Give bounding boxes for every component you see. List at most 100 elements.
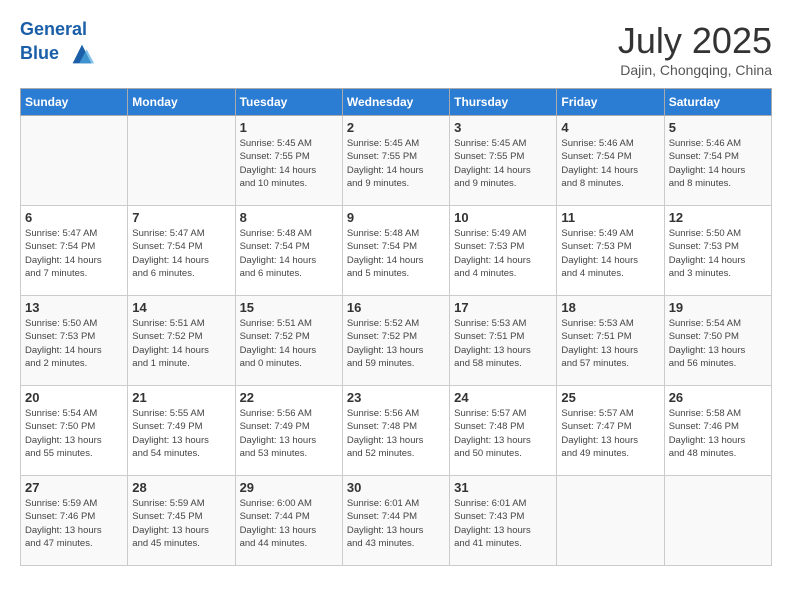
day-info: Sunrise: 5:54 AM Sunset: 7:50 PM Dayligh… xyxy=(669,317,767,370)
calendar-week-row: 1Sunrise: 5:45 AM Sunset: 7:55 PM Daylig… xyxy=(21,116,772,206)
day-number: 6 xyxy=(25,210,123,225)
day-info: Sunrise: 5:57 AM Sunset: 7:48 PM Dayligh… xyxy=(454,407,552,460)
day-info: Sunrise: 5:55 AM Sunset: 7:49 PM Dayligh… xyxy=(132,407,230,460)
weekday-header-wednesday: Wednesday xyxy=(342,89,449,116)
day-info: Sunrise: 5:56 AM Sunset: 7:48 PM Dayligh… xyxy=(347,407,445,460)
calendar-cell: 18 Sunrise: 5:53 AM Sunset: 7:51 PM Dayli… xyxy=(557,296,664,386)
calendar-cell: 7 Sunrise: 5:47 AM Sunset: 7:54 PM Daylig… xyxy=(128,206,235,296)
calendar-cell: 19 Sunrise: 5:54 AM Sunset: 7:50 PM Dayli… xyxy=(664,296,771,386)
day-number: 7 xyxy=(132,210,230,225)
day-info: Sunrise: 6:01 AM Sunset: 7:43 PM Dayligh… xyxy=(454,497,552,550)
day-info: Sunrise: 5:48 AM Sunset: 7:54 PM Dayligh… xyxy=(347,227,445,280)
day-info: Sunrise: 5:54 AM Sunset: 7:50 PM Dayligh… xyxy=(25,407,123,460)
day-info: Sunrise: 5:50 AM Sunset: 7:53 PM Dayligh… xyxy=(25,317,123,370)
calendar-cell: 30 Sunrise: 6:01 AM Sunset: 7:44 PM Dayli… xyxy=(342,476,449,566)
logo-icon xyxy=(68,40,96,68)
calendar-cell: 5Sunrise: 5:46 AM Sunset: 7:54 PM Daylig… xyxy=(664,116,771,206)
calendar-week-row: 13 Sunrise: 5:50 AM Sunset: 7:53 PM Dayli… xyxy=(21,296,772,386)
day-info: Sunrise: 5:53 AM Sunset: 7:51 PM Dayligh… xyxy=(454,317,552,370)
calendar-cell: 1Sunrise: 5:45 AM Sunset: 7:55 PM Daylig… xyxy=(235,116,342,206)
day-number: 8 xyxy=(240,210,338,225)
day-info: Sunrise: 5:49 AM Sunset: 7:53 PM Dayligh… xyxy=(454,227,552,280)
calendar-cell: 31 Sunrise: 6:01 AM Sunset: 7:43 PM Dayli… xyxy=(450,476,557,566)
day-number: 12 xyxy=(669,210,767,225)
day-info: Sunrise: 5:45 AM Sunset: 7:55 PM Dayligh… xyxy=(240,137,338,190)
calendar-cell xyxy=(557,476,664,566)
day-number: 27 xyxy=(25,480,123,495)
day-info: Sunrise: 5:45 AM Sunset: 7:55 PM Dayligh… xyxy=(454,137,552,190)
day-info: Sunrise: 5:58 AM Sunset: 7:46 PM Dayligh… xyxy=(669,407,767,460)
calendar-cell: 15 Sunrise: 5:51 AM Sunset: 7:52 PM Dayli… xyxy=(235,296,342,386)
day-number: 3 xyxy=(454,120,552,135)
day-number: 28 xyxy=(132,480,230,495)
weekday-header-tuesday: Tuesday xyxy=(235,89,342,116)
day-number: 11 xyxy=(561,210,659,225)
calendar-cell: 25Sunrise: 5:57 AM Sunset: 7:47 PM Dayli… xyxy=(557,386,664,476)
day-info: Sunrise: 5:59 AM Sunset: 7:45 PM Dayligh… xyxy=(132,497,230,550)
calendar-cell: 16 Sunrise: 5:52 AM Sunset: 7:52 PM Dayli… xyxy=(342,296,449,386)
day-number: 21 xyxy=(132,390,230,405)
day-number: 23 xyxy=(347,390,445,405)
calendar-cell: 29 Sunrise: 6:00 AM Sunset: 7:44 PM Dayli… xyxy=(235,476,342,566)
calendar-cell: 10 Sunrise: 5:49 AM Sunset: 7:53 PM Dayli… xyxy=(450,206,557,296)
calendar-week-row: 6 Sunrise: 5:47 AM Sunset: 7:54 PM Daylig… xyxy=(21,206,772,296)
day-number: 18 xyxy=(561,300,659,315)
day-number: 19 xyxy=(669,300,767,315)
calendar-cell: 17Sunrise: 5:53 AM Sunset: 7:51 PM Dayli… xyxy=(450,296,557,386)
calendar-cell: 6Sunrise: 5:47 AM Sunset: 7:54 PM Daylig… xyxy=(21,206,128,296)
page-header: General Blue July 2025 Dajin, Chongqing,… xyxy=(20,20,772,78)
logo-blue: Blue xyxy=(20,43,59,63)
day-info: Sunrise: 5:56 AM Sunset: 7:49 PM Dayligh… xyxy=(240,407,338,460)
day-number: 30 xyxy=(347,480,445,495)
day-number: 16 xyxy=(347,300,445,315)
calendar-cell: 11 Sunrise: 5:49 AM Sunset: 7:53 PM Dayli… xyxy=(557,206,664,296)
calendar-cell: 27Sunrise: 5:59 AM Sunset: 7:46 PM Dayli… xyxy=(21,476,128,566)
calendar-table: SundayMondayTuesdayWednesdayThursdayFrid… xyxy=(20,88,772,566)
day-number: 29 xyxy=(240,480,338,495)
calendar-cell: 9 Sunrise: 5:48 AM Sunset: 7:54 PM Daylig… xyxy=(342,206,449,296)
day-info: Sunrise: 6:00 AM Sunset: 7:44 PM Dayligh… xyxy=(240,497,338,550)
logo-general: General xyxy=(20,19,87,39)
calendar-cell: 21 Sunrise: 5:55 AM Sunset: 7:49 PM Dayli… xyxy=(128,386,235,476)
weekday-header-sunday: Sunday xyxy=(21,89,128,116)
weekday-header-friday: Friday xyxy=(557,89,664,116)
calendar-cell xyxy=(664,476,771,566)
day-info: Sunrise: 5:45 AM Sunset: 7:55 PM Dayligh… xyxy=(347,137,445,190)
day-info: Sunrise: 5:51 AM Sunset: 7:52 PM Dayligh… xyxy=(240,317,338,370)
day-number: 4 xyxy=(561,120,659,135)
month-title: July 2025 xyxy=(618,20,772,62)
day-number: 10 xyxy=(454,210,552,225)
day-number: 20 xyxy=(25,390,123,405)
day-number: 14 xyxy=(132,300,230,315)
calendar-cell: 2Sunrise: 5:45 AM Sunset: 7:55 PM Daylig… xyxy=(342,116,449,206)
calendar-cell: 24 Sunrise: 5:57 AM Sunset: 7:48 PM Dayli… xyxy=(450,386,557,476)
title-block: July 2025 Dajin, Chongqing, China xyxy=(618,20,772,78)
calendar-cell: 3 Sunrise: 5:45 AM Sunset: 7:55 PM Daylig… xyxy=(450,116,557,206)
day-info: Sunrise: 5:49 AM Sunset: 7:53 PM Dayligh… xyxy=(561,227,659,280)
weekday-header-saturday: Saturday xyxy=(664,89,771,116)
calendar-cell: 26Sunrise: 5:58 AM Sunset: 7:46 PM Dayli… xyxy=(664,386,771,476)
day-number: 25 xyxy=(561,390,659,405)
calendar-cell: 28 Sunrise: 5:59 AM Sunset: 7:45 PM Dayli… xyxy=(128,476,235,566)
calendar-week-row: 27Sunrise: 5:59 AM Sunset: 7:46 PM Dayli… xyxy=(21,476,772,566)
day-info: Sunrise: 5:47 AM Sunset: 7:54 PM Dayligh… xyxy=(132,227,230,280)
day-number: 15 xyxy=(240,300,338,315)
day-info: Sunrise: 6:01 AM Sunset: 7:44 PM Dayligh… xyxy=(347,497,445,550)
day-info: Sunrise: 5:46 AM Sunset: 7:54 PM Dayligh… xyxy=(561,137,659,190)
day-number: 13 xyxy=(25,300,123,315)
weekday-header-monday: Monday xyxy=(128,89,235,116)
weekday-header-row: SundayMondayTuesdayWednesdayThursdayFrid… xyxy=(21,89,772,116)
weekday-header-thursday: Thursday xyxy=(450,89,557,116)
day-number: 24 xyxy=(454,390,552,405)
day-info: Sunrise: 5:53 AM Sunset: 7:51 PM Dayligh… xyxy=(561,317,659,370)
day-info: Sunrise: 5:48 AM Sunset: 7:54 PM Dayligh… xyxy=(240,227,338,280)
day-number: 9 xyxy=(347,210,445,225)
calendar-week-row: 20 Sunrise: 5:54 AM Sunset: 7:50 PM Dayli… xyxy=(21,386,772,476)
day-number: 31 xyxy=(454,480,552,495)
day-number: 22 xyxy=(240,390,338,405)
day-info: Sunrise: 5:50 AM Sunset: 7:53 PM Dayligh… xyxy=(669,227,767,280)
day-info: Sunrise: 5:52 AM Sunset: 7:52 PM Dayligh… xyxy=(347,317,445,370)
calendar-cell: 4 Sunrise: 5:46 AM Sunset: 7:54 PM Daylig… xyxy=(557,116,664,206)
calendar-cell: 8 Sunrise: 5:48 AM Sunset: 7:54 PM Daylig… xyxy=(235,206,342,296)
logo: General Blue xyxy=(20,20,96,68)
